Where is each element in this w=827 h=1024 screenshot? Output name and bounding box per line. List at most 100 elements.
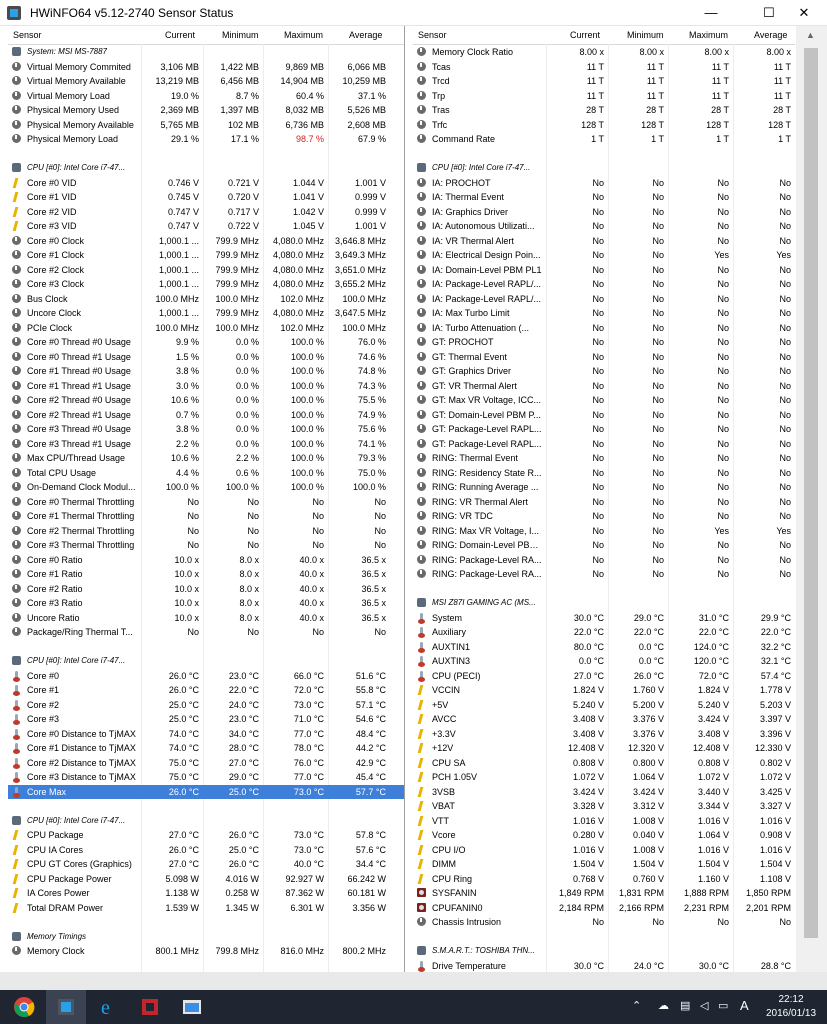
sensor-row[interactable]: 3VSB 3.424 V 3.424 V 3.440 V 3.425 V xyxy=(413,785,795,800)
sensor-row[interactable]: PCIe Clock 100.0 MHz 100.0 MHz 102.0 MHz 100… xyxy=(8,321,404,336)
sensor-row[interactable]: Core #2 Thread #0 Usage 10.6 % 0.0 % 100.0 … xyxy=(8,393,404,408)
sensor-group-header[interactable]: Memory Timings xyxy=(8,930,404,945)
onedrive-icon[interactable]: ☁ xyxy=(658,999,669,1012)
sensor-row[interactable]: Core #3 Thread #1 Usage 2.2 % 0.0 % 100.0 %… xyxy=(8,437,404,452)
sensor-row[interactable]: Auxiliary 22.0 °C 22.0 °C 22.0 °C 22.0 °C xyxy=(413,625,795,640)
sensor-row[interactable]: Virtual Memory Load 19.0 % 8.7 % 60.4 % 37.1… xyxy=(8,89,404,104)
sensor-row[interactable]: GT: Package-Level RAPL... No No No No xyxy=(413,422,795,437)
sensor-row[interactable]: Core #2 25.0 °C 24.0 °C 73.0 °C 57.1 °C xyxy=(8,698,404,713)
sensor-row[interactable]: SYSFANIN 1,849 RPM 1,831 RPM 1,888 RPM 1,850… xyxy=(413,886,795,901)
sensor-row[interactable]: Command Rate 1 T 1 T 1 T 1 T xyxy=(413,132,795,147)
scroll-up-arrow-icon[interactable]: ▲ xyxy=(806,30,815,40)
sensor-row[interactable]: IA: Max Turbo Limit No No No No xyxy=(413,306,795,321)
column-header[interactable]: Sensor Current Minimum Maximum Average xyxy=(413,26,795,45)
sensor-row[interactable]: RING: Thermal Event No No No No xyxy=(413,451,795,466)
sensor-row[interactable]: Core #0 Thread #1 Usage 1.5 % 0.0 % 100.0 %… xyxy=(8,350,404,365)
sensor-row[interactable]: IA Cores Power 1.138 W 0.258 W 87.362 W 60.1… xyxy=(8,886,404,901)
sensor-row[interactable]: Core #1 Thread #1 Usage 3.0 % 0.0 % 100.0 %… xyxy=(8,379,404,394)
sensor-row[interactable]: Core #0 Clock 1,000.1 ... 799.9 MHz 4,080.0… xyxy=(8,234,404,249)
sensor-group-header[interactable]: CPU [#0]: Intel Core i7-47... xyxy=(8,161,404,176)
header-current[interactable]: Current xyxy=(570,30,600,40)
sensor-row[interactable]: VTT 1.016 V 1.008 V 1.016 V 1.016 V xyxy=(413,814,795,829)
sensor-row[interactable]: PCH 1.05V 1.072 V 1.064 V 1.072 V 1.072 V xyxy=(413,770,795,785)
sensor-row[interactable]: Virtual Memory Available 13,219 MB 6,456 M… xyxy=(8,74,404,89)
sensor-row[interactable]: CPUFANIN0 2,184 RPM 2,166 RPM 2,231 RPM 2,20… xyxy=(413,901,795,916)
header-average[interactable]: Average xyxy=(349,30,382,40)
sensor-row[interactable]: Package/Ring Thermal T... No No No No xyxy=(8,625,404,640)
sensor-row[interactable]: Drive Temperature 30.0 °C 24.0 °C 30.0 °C 28… xyxy=(413,959,795,973)
sensor-row[interactable]: Max CPU/Thread Usage 10.6 % 2.2 % 100.0 % 79… xyxy=(8,451,404,466)
sensor-row[interactable]: Core #2 VID 0.747 V 0.717 V 1.042 V 0.999 V xyxy=(8,205,404,220)
sensor-row[interactable]: RING: Domain-Level PBM... No No No No xyxy=(413,538,795,553)
sensor-row[interactable]: Vcore 0.280 V 0.040 V 1.064 V 0.908 V xyxy=(413,828,795,843)
sensor-row[interactable]: Core #1 26.0 °C 22.0 °C 72.0 °C 55.8 °C xyxy=(8,683,404,698)
sensor-row[interactable]: IA: Package-Level RAPL/... No No No No xyxy=(413,292,795,307)
header-average[interactable]: Average xyxy=(754,30,787,40)
volume-icon[interactable]: ◁ xyxy=(700,999,708,1012)
sensor-row[interactable]: +5V 5.240 V 5.200 V 5.240 V 5.203 V xyxy=(413,698,795,713)
sensor-group-header[interactable]: MSI Z87I GAMING AC (MS... xyxy=(413,596,795,611)
sensor-row[interactable]: AVCC 3.408 V 3.376 V 3.424 V 3.397 V xyxy=(413,712,795,727)
sensor-row[interactable]: IA: VR Thermal Alert No No No No xyxy=(413,234,795,249)
sensor-row[interactable]: IA: Turbo Attenuation (... No No No No xyxy=(413,321,795,336)
sensor-row[interactable]: CPU SA 0.808 V 0.800 V 0.808 V 0.802 V xyxy=(413,756,795,771)
sensor-row[interactable]: Core #0 Thermal Throttling No No No No xyxy=(8,495,404,510)
sensor-row[interactable]: Core #1 Thermal Throttling No No No No xyxy=(8,509,404,524)
sensor-row[interactable]: IA: Thermal Event No No No No xyxy=(413,190,795,205)
sensor-row[interactable]: Core #0 Distance to TjMAX 74.0 °C 34.0 °C 7… xyxy=(8,727,404,742)
sensor-group-header[interactable]: CPU [#0]: Intel Core i7-47... xyxy=(8,654,404,669)
header-minimum[interactable]: Minimum xyxy=(222,30,259,40)
sensor-row[interactable]: CPU (PECI) 27.0 °C 26.0 °C 72.0 °C 57.4 °C xyxy=(413,669,795,684)
sensor-row[interactable]: IA: Graphics Driver No No No No xyxy=(413,205,795,220)
sensor-row[interactable]: Chassis Intrusion No No No No xyxy=(413,915,795,930)
input-language-indicator[interactable]: A xyxy=(740,998,749,1013)
sensor-row[interactable]: GT: PROCHOT No No No No xyxy=(413,335,795,350)
sensor-row[interactable]: DIMM 1.504 V 1.504 V 1.504 V 1.504 V xyxy=(413,857,795,872)
sensor-row[interactable]: CPU Ring 0.768 V 0.760 V 1.160 V 1.108 V xyxy=(413,872,795,887)
chrome-icon[interactable] xyxy=(4,990,44,1024)
sensor-row[interactable]: CPU I/O 1.016 V 1.008 V 1.016 V 1.016 V xyxy=(413,843,795,858)
sensor-row[interactable]: Core #1 Thread #0 Usage 3.8 % 0.0 % 100.0 %… xyxy=(8,364,404,379)
tray-expand-icon[interactable]: ⌃ xyxy=(632,999,641,1012)
action-center-icon[interactable]: ▭ xyxy=(718,999,728,1012)
sensor-row[interactable]: CPU Package 27.0 °C 26.0 °C 73.0 °C 57.8 °C xyxy=(8,828,404,843)
sensor-row[interactable]: IA: Package-Level RAPL/... No No No No xyxy=(413,277,795,292)
sensor-row[interactable]: GT: Graphics Driver No No No No xyxy=(413,364,795,379)
sensor-row[interactable]: Core #3 Distance to TjMAX 75.0 °C 29.0 °C 7… xyxy=(8,770,404,785)
sensor-row[interactable]: Tcas 11 T 11 T 11 T 11 T xyxy=(413,60,795,75)
sensor-row[interactable]: IA: Autonomous Utilizati... No No No No xyxy=(413,219,795,234)
sensor-row[interactable]: +3.3V 3.408 V 3.376 V 3.408 V 3.396 V xyxy=(413,727,795,742)
sensor-row[interactable]: IA: Electrical Design Poin... No No Yes Yes xyxy=(413,248,795,263)
sensor-row[interactable]: RING: VR TDC No No No No xyxy=(413,509,795,524)
sensor-row[interactable]: RING: Max VR Voltage, I... No No Yes Yes xyxy=(413,524,795,539)
sensor-row[interactable]: RING: VR Thermal Alert No No No No xyxy=(413,495,795,510)
sensor-row[interactable]: CPU IA Cores 26.0 °C 25.0 °C 73.0 °C 57.6 °C xyxy=(8,843,404,858)
sensor-group-header[interactable]: S.M.A.R.T.: TOSHIBA THN... xyxy=(413,944,795,959)
sensor-row[interactable]: Core #3 VID 0.747 V 0.722 V 1.045 V 1.001 V xyxy=(8,219,404,234)
sensor-row[interactable]: AUXTIN3 0.0 °C 0.0 °C 120.0 °C 32.1 °C xyxy=(413,654,795,669)
sensor-row[interactable]: Core Max 26.0 °C 25.0 °C 73.0 °C 57.7 °C xyxy=(8,784,404,799)
header-maximum[interactable]: Maximum xyxy=(284,30,323,40)
sensor-row[interactable]: CPU Package Power 5.098 W 4.016 W 92.927 W 6… xyxy=(8,872,404,887)
sensor-row[interactable]: Core #0 Thread #0 Usage 9.9 % 0.0 % 100.0 %… xyxy=(8,335,404,350)
sensor-row[interactable]: Core #0 26.0 °C 23.0 °C 66.0 °C 51.6 °C xyxy=(8,669,404,684)
sensor-row[interactable]: IA: Domain-Level PBM PL1 No No No No xyxy=(413,263,795,278)
sensor-row[interactable]: Core #0 Ratio 10.0 x 8.0 x 40.0 x 36.5 x xyxy=(8,553,404,568)
sensor-row[interactable]: Total CPU Usage 4.4 % 0.6 % 100.0 % 75.0 % xyxy=(8,466,404,481)
sensor-row[interactable]: Core #3 Ratio 10.0 x 8.0 x 40.0 x 36.5 x xyxy=(8,596,404,611)
sensor-row[interactable]: RING: Residency State R... No No No No xyxy=(413,466,795,481)
amd-icon[interactable] xyxy=(130,990,170,1024)
sensor-row[interactable]: Trcd 11 T 11 T 11 T 11 T xyxy=(413,74,795,89)
sensor-row[interactable]: Core #2 Distance to TjMAX 75.0 °C 27.0 °C 7… xyxy=(8,756,404,771)
sensor-row[interactable]: Core #0 VID 0.746 V 0.721 V 1.044 V 1.001 V xyxy=(8,176,404,191)
scrollbar-thumb[interactable] xyxy=(804,48,818,938)
sensor-row[interactable]: Core #2 Ratio 10.0 x 8.0 x 40.0 x 36.5 x xyxy=(8,582,404,597)
sensor-row[interactable]: Uncore Clock 1,000.1 ... 799.9 MHz 4,080.0 … xyxy=(8,306,404,321)
sensor-row[interactable]: +12V 12.408 V 12.320 V 12.408 V 12.330 V xyxy=(413,741,795,756)
sensor-row[interactable]: Core #3 Thermal Throttling No No No No xyxy=(8,538,404,553)
header-sensor[interactable]: Sensor xyxy=(13,30,42,40)
sensor-row[interactable]: CPU GT Cores (Graphics) 27.0 °C 26.0 °C 40.… xyxy=(8,857,404,872)
ie-icon[interactable]: e xyxy=(88,990,128,1024)
sensor-row[interactable]: GT: VR Thermal Alert No No No No xyxy=(413,379,795,394)
taskbar-clock[interactable]: 22:12 2016/01/13 xyxy=(766,993,816,1021)
